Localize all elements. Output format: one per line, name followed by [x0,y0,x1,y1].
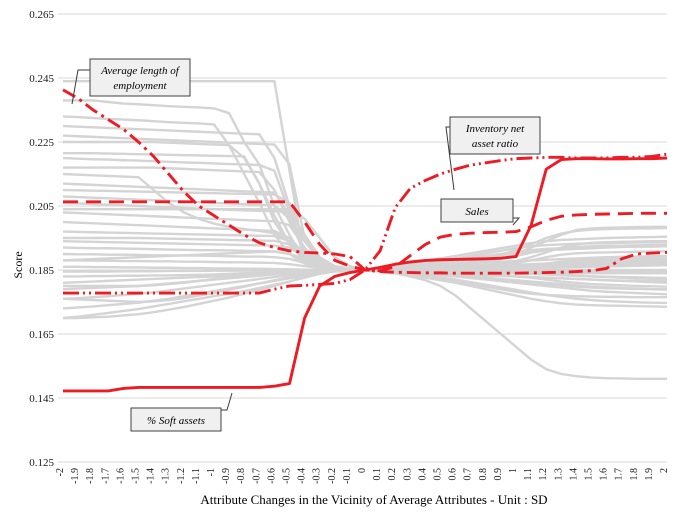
callout-label-line2: employment [113,80,167,92]
line-chart: 0.265 0.245 0.225 0.205 0.185 0.165 0.145 0.125… [0,0,679,513]
x-tick-label: -1.4 [146,468,157,484]
x-tick-label: -2 [55,468,66,476]
y-tick-label: 0.245 [29,73,54,85]
x-tick-label: 0.3 [402,468,413,481]
x-tick-label: 0.7 [463,468,474,481]
x-tick-label: -0.8 [236,468,247,484]
x-tick-label: 0.1 [372,468,383,481]
callout-label-line1: Sales [465,206,488,218]
x-tick-label: -0.9 [221,468,232,484]
x-axis-title: Attribute Changes in the Vicinity of Ave… [200,492,547,507]
x-tick-label: -1.3 [161,468,172,484]
x-tick-label: 1.5 [584,468,595,481]
x-tick-label: -0.5 [282,468,293,484]
x-tick-label: -1.2 [176,468,187,484]
x-tick-label: -0.1 [342,468,353,484]
y-tick-label: 0.145 [29,393,54,405]
callout-label-line2: asset ratio [472,138,519,150]
y-tick-label: 0.205 [29,201,54,213]
y-tick-label: 0.225 [29,137,54,149]
x-tick-label: -0.6 [266,468,277,484]
x-tick-label: 0.6 [448,468,459,481]
x-tick-label: -1.6 [115,468,126,484]
x-tick-label: -1.8 [85,468,96,484]
y-axis-title: Score [11,251,25,278]
x-tick-label: -0.3 [312,468,323,484]
chart-container: 0.265 0.245 0.225 0.205 0.185 0.165 0.145 0.125… [0,0,679,513]
x-tick-label: 0.5 [433,468,444,481]
callout-label-line1: % Soft assets [147,415,205,427]
x-tick-label: 1.3 [553,468,564,481]
y-tick-label: 0.265 [29,9,54,21]
x-tick-label: -1.9 [70,468,81,484]
x-tick-label: 0.8 [478,468,489,481]
y-tick-label: 0.165 [29,329,54,341]
y-tick-label: 0.185 [29,265,54,277]
x-tick-label: 1.1 [523,468,534,481]
x-tick-label: 1.2 [538,468,549,481]
x-tick-label: 0.9 [493,468,504,481]
x-tick-label: -0.2 [327,468,338,484]
x-tick-label: -1 [206,468,217,476]
y-tick-label: 0.125 [29,457,54,469]
x-tick-label: -1.7 [100,468,111,484]
x-tick-label: 2 [659,468,670,473]
callout-label-line1: Inventory net [465,123,525,135]
x-tick-label: 1.6 [599,468,610,481]
x-tick-label: 1.7 [614,468,625,481]
x-tick-label: 0 [357,468,368,473]
x-tick-label: -1.1 [191,468,202,484]
x-tick-label: 1.4 [568,468,579,481]
callout-sales: Sales [440,198,521,226]
x-tick-label: 1.9 [644,468,655,481]
x-tick-label: 1.8 [629,468,640,481]
x-tick-label: -0.7 [251,468,262,484]
x-tick-label: -0.4 [297,468,308,484]
x-tick-label: -1.5 [131,468,142,484]
callout-label-line1: Average length of [100,65,181,77]
x-tick-label: 0.4 [417,468,428,481]
x-tick-label: 0.2 [387,468,398,481]
x-tick-label: 1 [508,468,519,473]
